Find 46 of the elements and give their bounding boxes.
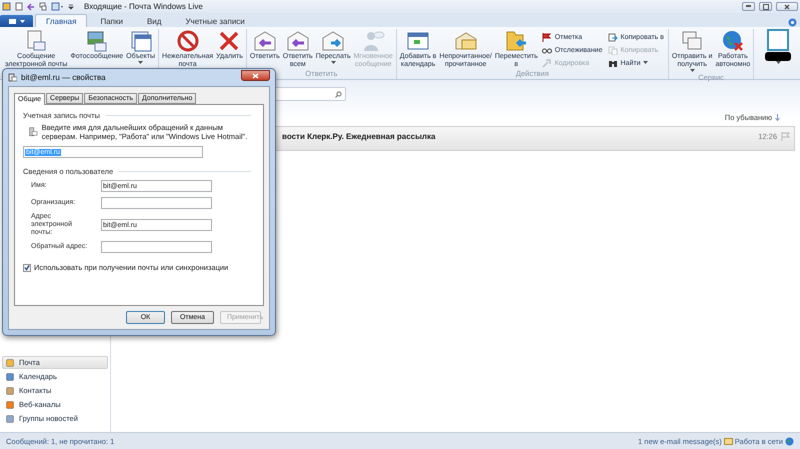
ribbon-tab[interactable]: Учетные записи bbox=[174, 14, 256, 27]
down-arrow-icon bbox=[775, 114, 780, 120]
maximize-icon bbox=[762, 4, 768, 10]
close-button[interactable] bbox=[776, 2, 798, 11]
input-field[interactable] bbox=[101, 241, 212, 253]
close-icon bbox=[252, 72, 259, 78]
new-document-icon[interactable] bbox=[15, 2, 23, 11]
binoculars-icon bbox=[608, 58, 618, 68]
close-button[interactable] bbox=[241, 70, 270, 81]
prohibited-icon bbox=[176, 29, 200, 53]
glasses-icon bbox=[542, 46, 552, 54]
globe-icon bbox=[785, 436, 794, 446]
close-icon bbox=[784, 4, 790, 10]
user-tile-icon bbox=[765, 29, 792, 61]
forward-envelope-icon bbox=[321, 29, 346, 53]
caret-icon[interactable] bbox=[68, 2, 74, 11]
photo-envelope-icon bbox=[84, 29, 109, 53]
dialog-title: bit@eml.ru — свойства bbox=[21, 73, 107, 82]
flag-icon bbox=[542, 32, 552, 42]
reply-envelope-icon bbox=[286, 29, 310, 53]
app-menu-button[interactable] bbox=[0, 15, 33, 27]
calendar-icon bbox=[128, 29, 153, 53]
envelope-icon bbox=[724, 438, 733, 444]
message-subject: вости Клерк.Ру. Ежедневная рассылка bbox=[282, 132, 436, 143]
globe-icon bbox=[720, 29, 745, 53]
ribbon-tab[interactable]: Папки bbox=[89, 14, 134, 27]
reply-envelope-icon bbox=[252, 29, 277, 53]
help-icon[interactable] bbox=[788, 18, 797, 27]
person-icon bbox=[361, 29, 386, 53]
checkbox[interactable] bbox=[23, 264, 31, 272]
window-title: Входящие - Почта Windows Live bbox=[84, 2, 204, 11]
send-receive-icon[interactable] bbox=[39, 2, 47, 11]
computer-icon bbox=[8, 73, 17, 82]
minimize-icon bbox=[746, 5, 751, 8]
window-icon[interactable] bbox=[51, 2, 64, 11]
folder-arrow-icon bbox=[504, 29, 528, 53]
search-icon bbox=[335, 90, 342, 98]
menu-icon bbox=[8, 18, 26, 24]
reply-icon[interactable] bbox=[27, 2, 35, 11]
input-field[interactable] bbox=[101, 197, 212, 209]
ribbon-tab[interactable]: Главная bbox=[35, 14, 88, 27]
app-icon bbox=[2, 2, 11, 11]
maximize-button[interactable] bbox=[759, 2, 772, 11]
copy-icon bbox=[608, 46, 618, 54]
minimize-button[interactable] bbox=[742, 2, 755, 11]
ribbon-tab[interactable]: Вид bbox=[136, 14, 172, 27]
